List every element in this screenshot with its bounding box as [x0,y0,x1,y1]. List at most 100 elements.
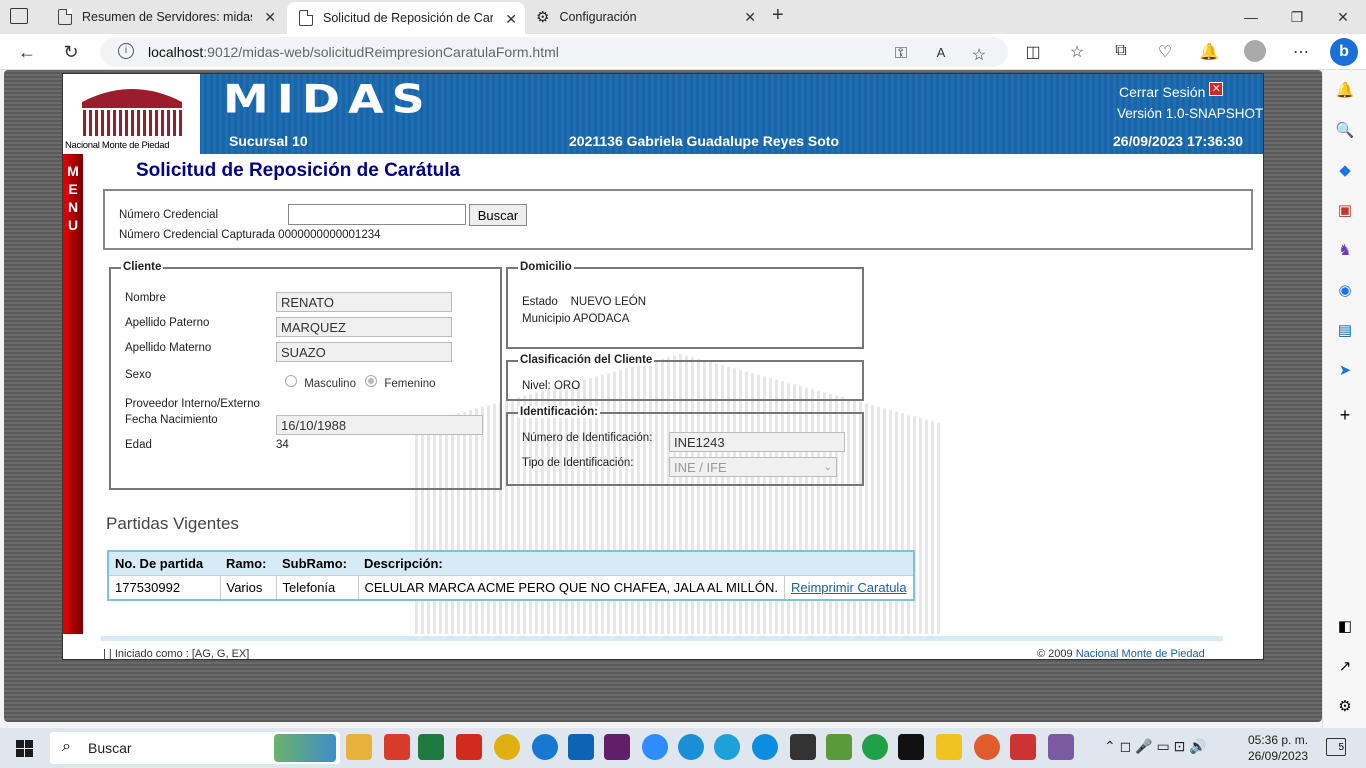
masculino-radio[interactable] [285,375,297,387]
close-tab-icon[interactable]: ✕ [744,9,756,26]
notifications-icon[interactable]: 5 [1326,738,1346,756]
profile-avatar[interactable] [1244,40,1266,62]
midas-header: Nacional Monte de Piedad MIDAS Cerrar Se… [63,74,1263,154]
page-icon [58,9,72,25]
header-descripcion: Descripción: [358,552,785,576]
outlook-icon[interactable] [568,734,594,760]
ie-icon[interactable] [678,734,704,760]
credential-input[interactable] [288,204,466,225]
edge-sidebar: 🔔 🔍 ◆ ▣ ♞ ◉ ▤ ➤ + ◧ ↗ ⚙ [1322,70,1366,728]
bell-icon[interactable]: 🔔 [1198,42,1220,62]
more-menu-icon[interactable]: ⋯ [1290,42,1312,62]
minimize-icon[interactable]: — [1228,4,1274,30]
fecha-label: Fecha Nacimiento [125,414,218,426]
lock-icon[interactable] [936,734,962,760]
municipio-label: Municipio [522,313,571,325]
external-link-icon[interactable]: ↗ [1333,656,1357,678]
app-icon[interactable] [1048,734,1074,760]
chrome-profile-icon[interactable] [974,734,1000,760]
sidebar-toggle-icon[interactable]: ◧ [1333,616,1357,638]
add-icon[interactable]: + [1333,404,1357,426]
read-aloud-icon[interactable]: A [930,45,952,60]
taskbar-search-label: Buscar [88,740,132,756]
back-icon[interactable]: ← [12,38,42,66]
collections-icon[interactable]: ⧉ [1110,42,1132,60]
key-icon[interactable]: ⚿ [890,45,912,63]
edad-label: Edad [125,439,152,451]
excel-icon[interactable] [418,734,444,760]
tab-resumen-servidores[interactable]: Resumen de Servidores: midas_d ✕ [46,0,284,34]
url-box[interactable]: i localhost:9012/midas-web/solicitudReim… [100,37,1008,67]
nombre-field[interactable]: RENATO [276,292,452,312]
system-tray[interactable]: ⌃ ◻ 🎤 ▭ ⊡ 🔊 [1104,738,1207,755]
proveedor-label: Proveedor Interno/Externo [125,398,260,410]
acrobat-icon[interactable] [456,734,482,760]
zoom-icon[interactable] [642,734,668,760]
slack-icon[interactable] [604,734,630,760]
clock[interactable]: 05:36 p. m. 26/09/2023 [1248,732,1308,764]
tag-icon[interactable]: ◆ [1333,160,1357,182]
skype-icon[interactable] [752,734,778,760]
spotify-icon[interactable] [862,734,888,760]
logout-link[interactable]: Cerrar Sesión ✕ [1119,82,1224,100]
new-tab-icon[interactable]: + [772,4,784,27]
terminal-icon[interactable] [898,734,924,760]
split-screen-icon[interactable]: ◫ [1022,42,1044,62]
favorite-star-icon[interactable]: ☆ [968,45,990,65]
close-tab-icon[interactable]: ✕ [264,9,276,26]
tab-solicitud[interactable]: Solicitud de Reposición de Carátu ✕ [287,2,525,34]
municipio-row: Municipio APODACA [522,313,629,325]
star-app-icon[interactable] [1010,734,1036,760]
toolbox-icon[interactable]: ▣ [1333,200,1357,222]
clock-date: 26/09/2023 [1248,749,1309,763]
notepad-icon[interactable] [826,734,852,760]
games-icon[interactable]: ♞ [1333,240,1357,262]
git-icon[interactable] [384,734,410,760]
nivel-value: ORO [553,380,581,392]
building-logo-icon [82,89,182,136]
settings-gear-icon[interactable]: ⚙ [1333,696,1357,718]
paterno-field[interactable]: MARQUEZ [276,317,452,337]
office-icon[interactable]: ◉ [1333,280,1357,302]
app-icon[interactable] [532,734,558,760]
tab-configuracion[interactable]: ⚙ Configuración ✕ [524,0,764,34]
taskbar-search[interactable]: ⌕ Buscar [50,732,340,764]
tab-title: Resumen de Servidores: midas_d [82,10,252,24]
windows-start-icon[interactable] [16,740,33,757]
chrome-icon[interactable] [494,734,520,760]
materno-field[interactable]: SUAZO [276,342,452,362]
restore-icon[interactable]: ❐ [1274,4,1320,30]
favorites-icon[interactable]: ☆ [1066,42,1088,62]
femenino-radio[interactable] [365,375,378,387]
close-window-icon[interactable]: ✕ [1320,4,1366,30]
materno-label: Apellido Materno [125,342,212,354]
tab-title: Solicitud de Reposición de Carátu [323,11,493,25]
reload-icon[interactable]: ↻ [56,38,86,66]
numero-id-field[interactable]: INE1243 [669,432,845,452]
taskbar: ⌕ Buscar ⌃ ◻ 🎤 ▭ ⊡ 🔊 05:36 p. m. 26/09/2… [0,728,1366,768]
bell-icon[interactable]: 🔔 [1333,80,1357,102]
info-icon[interactable]: i [118,43,134,59]
clock-time: 05:36 p. m. [1248,733,1309,747]
app-icon[interactable] [790,734,816,760]
web-page: Nacional Monte de Piedad MIDAS Cerrar Se… [62,73,1264,660]
fecha-field[interactable]: 16/10/1988 [276,415,483,435]
performance-icon[interactable]: ♡ [1154,42,1176,62]
close-tab-icon[interactable]: ✕ [505,11,517,28]
estado-row: Estado NUEVO LEÓN [522,296,646,308]
tab-actions-icon[interactable] [10,8,28,24]
outlook-icon[interactable]: ▤ [1333,320,1357,342]
file-explorer-icon[interactable] [346,734,372,760]
tipo-id-select[interactable]: INE / IFE ⌄ [669,457,837,477]
footer-link[interactable]: Nacional Monte de Piedad [1076,648,1205,660]
bing-icon[interactable]: b [1330,38,1358,66]
search-button[interactable]: Buscar [469,204,527,226]
close-x-icon[interactable]: ✕ [1209,82,1224,96]
reimprimir-link[interactable]: Reimprimir Caratula [791,580,907,595]
edge-icon[interactable] [714,734,740,760]
send-icon[interactable]: ➤ [1333,360,1357,382]
menu-strip[interactable]: MENU [63,154,83,634]
tipo-id-value: INE / IFE [674,460,727,475]
nivel-row: Nivel: ORO [522,380,580,392]
search-icon[interactable]: 🔍 [1333,120,1357,142]
